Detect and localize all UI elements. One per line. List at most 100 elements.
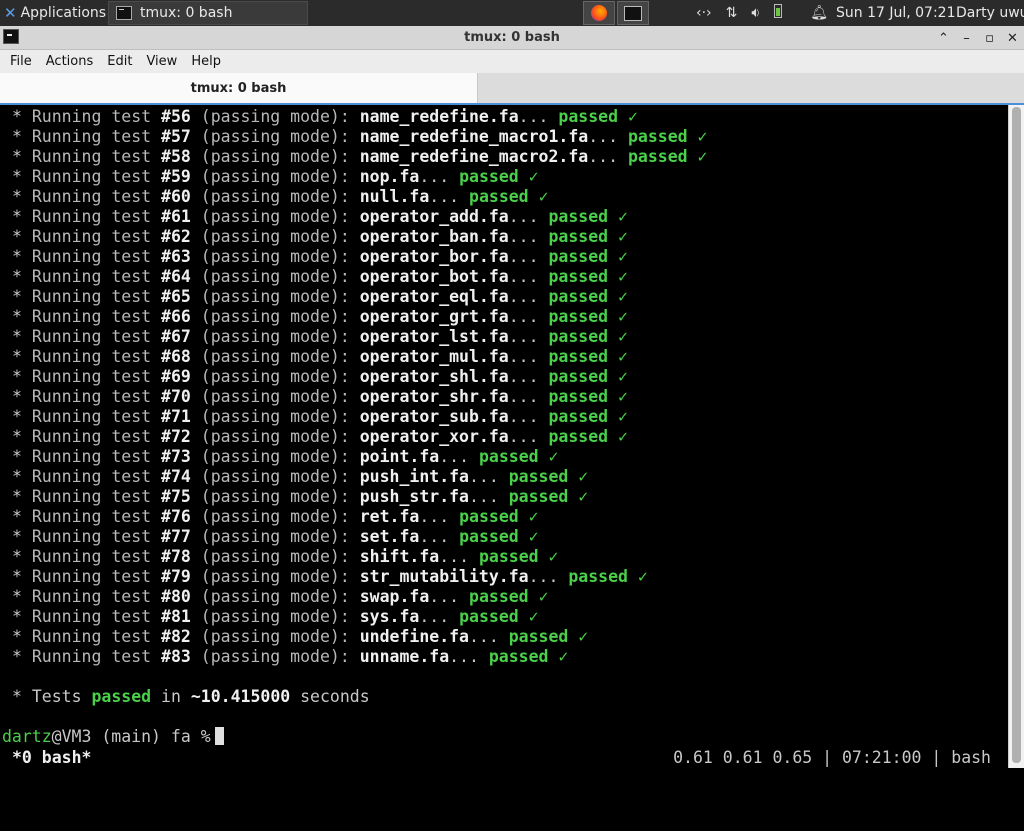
test-number: #63 [161, 247, 191, 266]
test-number: #61 [161, 207, 191, 226]
test-number: #57 [161, 127, 191, 146]
taskbar-item-terminal[interactable]: tmux: 0 bash [108, 1, 308, 25]
running-label: Running test [31, 407, 162, 426]
ellipsis: ... [429, 187, 470, 206]
firefox-launcher[interactable] [583, 1, 615, 25]
close-icon[interactable]: ✕ [1001, 31, 1024, 46]
test-number: #83 [161, 647, 191, 666]
battery-icon[interactable] [774, 4, 796, 22]
passed-label: passed [548, 207, 609, 226]
menu-view[interactable]: View [136, 54, 177, 69]
passed-label: passed [548, 247, 609, 266]
running-label: Running test [31, 547, 162, 566]
menu-file[interactable]: File [0, 54, 32, 69]
mode-label: (passing mode): [200, 527, 350, 546]
running-label: Running test [31, 267, 162, 286]
check-icon: ✓ [558, 647, 569, 666]
window-title: tmux: 0 bash [464, 30, 560, 45]
transfer-icon[interactable]: ⇅ [726, 5, 738, 21]
minimize-icon[interactable]: – [955, 31, 978, 46]
line-prefix: * [12, 607, 32, 626]
ellipsis: ... [508, 247, 549, 266]
maximize-icon[interactable]: ▫ [978, 31, 1001, 46]
test-file: operator_grt.fa [359, 307, 509, 326]
test-line: * Running test #59 (passing mode): nop.f… [12, 167, 707, 187]
notification-bell-icon[interactable]: 🔔︎ [810, 5, 828, 21]
mode-label: (passing mode): [200, 467, 350, 486]
test-file: operator_eql.fa [359, 287, 509, 306]
test-line: * Running test #65 (passing mode): opera… [12, 287, 707, 307]
scrollbar-thumb[interactable] [1012, 107, 1021, 763]
mode-label: (passing mode): [200, 187, 350, 206]
ellipsis: ... [429, 587, 470, 606]
test-line: * Running test #77 (passing mode): set.f… [12, 527, 707, 547]
menu-edit[interactable]: Edit [97, 54, 132, 69]
menu-actions[interactable]: Actions [36, 54, 94, 69]
line-prefix: * [12, 167, 32, 186]
test-number: #79 [161, 567, 191, 586]
menu-help[interactable]: Help [181, 54, 221, 69]
mode-label: (passing mode): [200, 147, 350, 166]
running-label: Running test [31, 227, 162, 246]
check-icon: ✓ [618, 427, 628, 446]
clock[interactable]: Sun 17 Jul, 07:21 [836, 0, 956, 26]
passed-label: passed [508, 627, 569, 646]
terminal-launcher[interactable] [617, 1, 649, 25]
test-number: #67 [161, 327, 191, 346]
test-file: unname.fa [359, 647, 450, 666]
volume-icon[interactable]: 🔉︎ [751, 5, 760, 21]
tmux-window-list[interactable]: *0 bash* [12, 747, 91, 768]
mode-label: (passing mode): [200, 347, 350, 366]
passed-label: passed [508, 467, 569, 486]
ellipsis: ... [449, 647, 489, 666]
passed-label: passed [478, 447, 539, 466]
shell-prompt[interactable]: dartz@VM3 (main) fa % [2, 727, 224, 747]
running-label: Running test [31, 287, 162, 306]
passed-label: passed [558, 107, 619, 126]
test-number: #60 [161, 187, 191, 206]
check-icon: ✓ [548, 447, 559, 466]
passed-label: passed [459, 507, 519, 526]
test-number: #62 [161, 227, 191, 246]
passed-label: passed [548, 367, 609, 386]
test-file: swap.fa [359, 587, 430, 606]
summary-suffix: seconds [290, 687, 370, 706]
running-label: Running test [31, 187, 162, 206]
running-label: Running test [31, 147, 162, 166]
ellipsis: ... [528, 567, 569, 586]
check-icon: ✓ [618, 307, 628, 326]
test-file: operator_mul.fa [359, 347, 509, 366]
line-prefix: * [12, 547, 32, 566]
test-file: operator_add.fa [359, 207, 509, 226]
user-menu[interactable]: Darty uwu [956, 0, 1024, 26]
test-number: #66 [161, 307, 191, 326]
running-label: Running test [31, 107, 162, 126]
window-titlebar[interactable]: tmux: 0 bash ⌃ – ▫ ✕ [0, 26, 1024, 50]
terminal-scrollbar[interactable] [1008, 105, 1024, 768]
applications-menu[interactable]: ✕ Applications [0, 0, 106, 26]
tab-tmux-bash[interactable]: tmux: 0 bash [0, 73, 478, 104]
line-prefix: * [12, 647, 32, 666]
test-file: operator_shl.fa [359, 367, 509, 386]
network-icon[interactable]: ‹·› [696, 5, 712, 21]
check-icon: ✓ [637, 567, 648, 586]
check-icon: ✓ [618, 287, 628, 306]
terminal-view[interactable]: * Running test #56 (passing mode): name_… [0, 105, 1024, 768]
shade-icon[interactable]: ⌃ [932, 31, 955, 46]
test-line: * Running test #63 (passing mode): opera… [12, 247, 707, 267]
test-number: #74 [161, 467, 191, 486]
prompt-dir: fa [160, 727, 191, 746]
